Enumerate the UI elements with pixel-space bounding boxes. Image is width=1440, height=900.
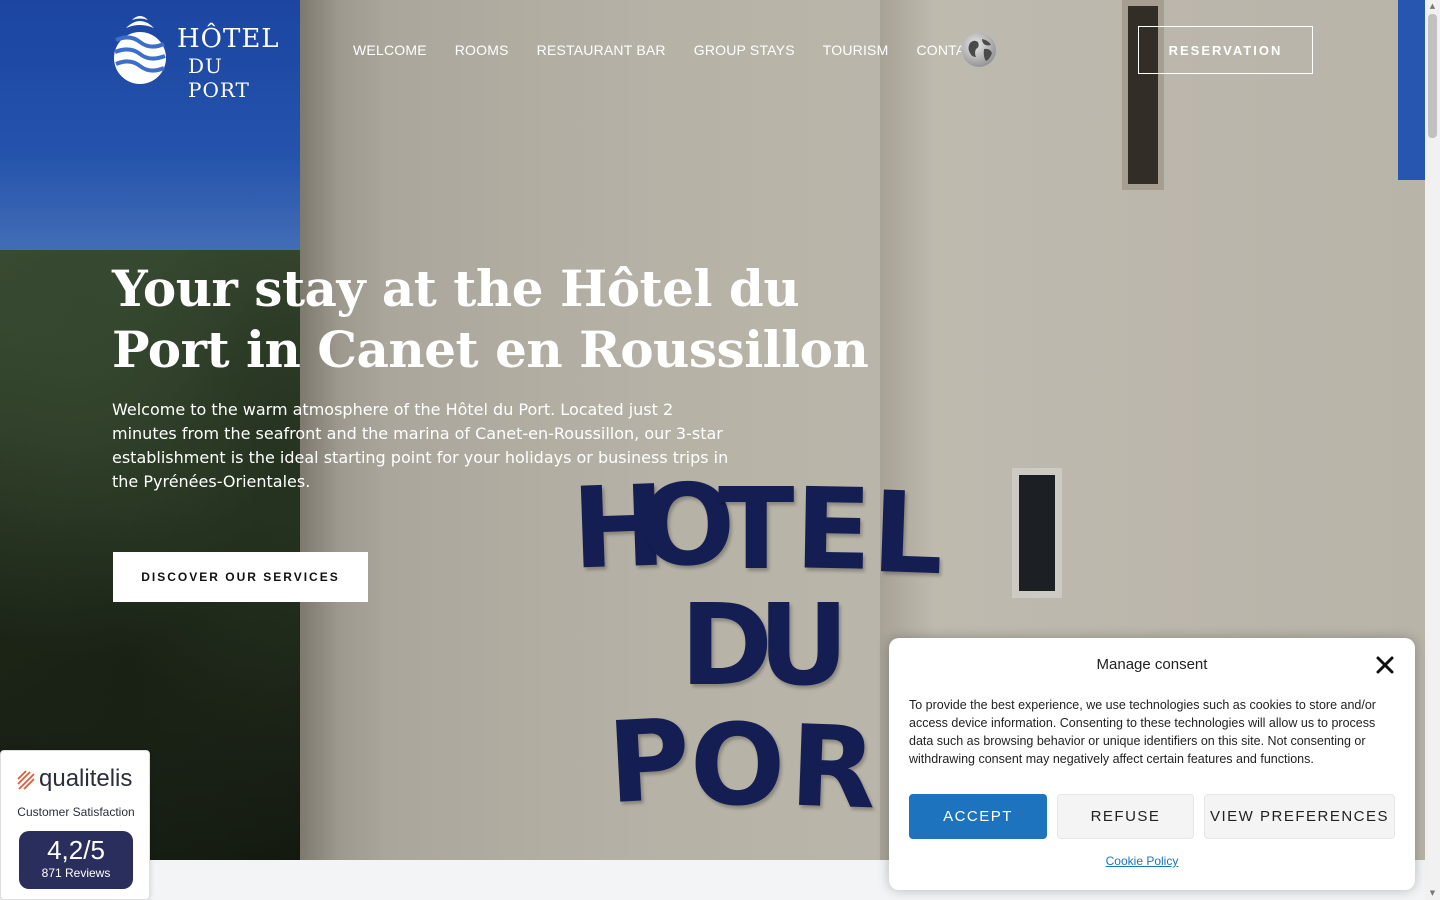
nav-item-welcome[interactable]: WELCOME (353, 42, 427, 58)
qualitelis-logo-icon (17, 770, 35, 790)
scroll-up-icon[interactable]: ▲ (1428, 2, 1437, 11)
waves-logo-icon (114, 16, 166, 84)
logo-title: HÔTEL (177, 24, 280, 54)
rating-subtitle: Customer Satisfaction (17, 805, 135, 819)
globe-icon[interactable] (961, 32, 997, 68)
refuse-button[interactable]: REFUSE (1057, 794, 1194, 839)
rating-review-count: 871 Reviews (41, 866, 111, 880)
discover-services-button[interactable]: DISCOVER OUR SERVICES (113, 552, 368, 602)
scroll-thumb[interactable] (1428, 14, 1437, 138)
rating-score: 4,2/5 (47, 835, 105, 865)
nav-item-rooms[interactable]: ROOMS (455, 42, 509, 58)
hotel-logo[interactable]: HÔTEL DU PORT (112, 14, 292, 102)
scroll-down-icon[interactable]: ▼ (1428, 889, 1437, 898)
nav-item-tourism[interactable]: TOURISM (823, 42, 889, 58)
scrollbar[interactable]: ▲ ▼ (1425, 0, 1440, 900)
nav-item-restaurant-bar[interactable]: RESTAURANT BAR (537, 42, 666, 58)
consent-title: Manage consent (1096, 656, 1208, 673)
consent-text: To provide the best experience, we use t… (909, 698, 1376, 766)
consent-dialog: Manage consent To provide the best exper… (889, 638, 1415, 890)
hero-title: Your stay at the Hôtel du Port in Canet … (112, 259, 869, 379)
nav-item-group-stays[interactable]: GROUP STAYS (694, 42, 795, 58)
view-preferences-button[interactable]: VIEW PREFERENCES (1204, 794, 1395, 839)
hero-description: Welcome to the warm atmosphere of the Hô… (112, 400, 729, 491)
cookie-policy-link[interactable]: Cookie Policy (889, 854, 1395, 868)
qualitelis-brand: qualitelis (39, 765, 133, 792)
reservation-button[interactable]: RESERVATION (1138, 26, 1313, 74)
rating-score-box: 4,2/5 871 Reviews (19, 831, 133, 889)
rating-widget[interactable]: qualitelis Customer Satisfaction 4,2/5 8… (0, 750, 150, 900)
main-nav: WELCOME ROOMS RESTAURANT BAR GROUP STAYS… (353, 42, 1012, 58)
close-icon[interactable] (1375, 655, 1395, 675)
accept-button[interactable]: ACCEPT (909, 794, 1047, 839)
logo-subtitle: DU PORT (188, 54, 250, 102)
